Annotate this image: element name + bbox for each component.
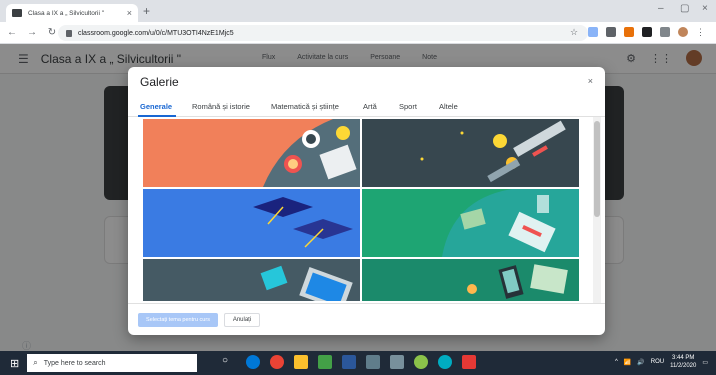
search-placeholder: Type here to search	[43, 359, 106, 367]
system-tray: ^ 📶 🔊 ROU 3:44 PM 11/2/2020 ▭	[615, 354, 708, 370]
browser-tab[interactable]: Clasa a IX a „ Silvicultorii " ×	[6, 4, 138, 22]
minimize-icon[interactable]: –	[658, 3, 664, 14]
lock-icon	[66, 29, 72, 37]
app-icon[interactable]	[366, 355, 380, 369]
extension-icons: ☆ ⋮	[570, 27, 706, 37]
dialog-title: Galerie	[140, 75, 179, 89]
classroom-favicon-icon	[12, 9, 22, 17]
theme-tile-laptop[interactable]	[143, 259, 360, 301]
acrobat-icon[interactable]	[462, 355, 476, 369]
theme-tile-graduation[interactable]	[143, 189, 360, 257]
back-icon[interactable]: ←	[4, 27, 20, 38]
task-view-icon[interactable]: ○	[222, 355, 236, 369]
tab-sport[interactable]: Sport	[399, 102, 417, 111]
extension-icon[interactable]	[588, 27, 598, 37]
phone-illustration-icon	[467, 264, 568, 299]
address-bar: ← → ↻ classroom.google.com/u/0/c/MTU3OTI…	[0, 22, 716, 44]
forward-icon[interactable]: →	[24, 27, 40, 38]
laptop-illustration-icon	[260, 265, 353, 301]
app-icon[interactable]	[390, 355, 404, 369]
gallery-tabs: Generale Română și istorie Matematică și…	[128, 97, 605, 117]
word-icon[interactable]	[342, 355, 356, 369]
chrome-icon[interactable]	[270, 355, 284, 369]
chevron-up-icon[interactable]: ^	[615, 359, 618, 365]
clock-time: 3:44 PM	[672, 355, 695, 361]
tab-generale[interactable]: Generale	[140, 102, 172, 111]
theme-tile-diploma[interactable]	[362, 119, 579, 187]
diploma-illustration-icon	[420, 120, 566, 183]
close-window-icon[interactable]: ×	[702, 3, 708, 14]
theme-tile-phone[interactable]	[362, 259, 579, 301]
search-icon: ⌕	[33, 358, 38, 367]
app-icon[interactable]	[318, 355, 332, 369]
url-text: classroom.google.com/u/0/c/MTU3OTI4NzE1M…	[78, 29, 234, 37]
theme-tile-coffee[interactable]	[143, 119, 360, 187]
graduation-cap-icon	[253, 197, 353, 248]
reading-list-icon[interactable]	[660, 27, 670, 37]
windows-taskbar: ⊞ ⌕ Type here to search ○ ^ 📶 🔊 ROU 3:44…	[0, 351, 716, 375]
select-theme-button[interactable]: Selectați tema pentru curs	[138, 313, 218, 327]
menu-dots-icon[interactable]: ⋮	[696, 27, 706, 37]
tab-title: Clasa a IX a „ Silvicultorii "	[28, 9, 104, 17]
star-icon[interactable]: ☆	[570, 27, 580, 37]
maximize-icon[interactable]: ▢	[680, 3, 689, 14]
clock-date: 11/2/2020	[670, 363, 697, 369]
cancel-button[interactable]: Anulați	[224, 313, 260, 327]
close-tab-icon[interactable]: ×	[127, 8, 132, 18]
volume-icon[interactable]: 🔊	[637, 359, 644, 366]
tab-altele[interactable]: Altele	[439, 102, 458, 111]
extension-icon[interactable]	[606, 27, 616, 37]
gallery-scrollbar[interactable]	[593, 117, 601, 303]
taskbar-apps: ○	[222, 355, 476, 369]
windows-start-icon[interactable]: ⊞	[10, 357, 19, 370]
taskbar-search-input[interactable]: ⌕ Type here to search	[27, 354, 198, 372]
app-icon[interactable]	[414, 355, 428, 369]
tab-arta[interactable]: Artă	[363, 102, 377, 111]
clock[interactable]: 3:44 PM 11/2/2020	[670, 354, 696, 370]
theme-tile-notebook[interactable]	[362, 189, 579, 257]
network-icon[interactable]: 📶	[624, 359, 631, 366]
edge-icon[interactable]	[246, 355, 260, 369]
tab-matematica-stiinte[interactable]: Matematică și științe	[271, 102, 339, 111]
browser-tab-bar: Clasa a IX a „ Silvicultorii " × + – ▢ ×	[0, 0, 716, 22]
active-tab-indicator	[138, 115, 176, 117]
tab-romana-istorie[interactable]: Română și istorie	[192, 102, 250, 111]
notebook-illustration-icon	[442, 189, 579, 257]
close-icon[interactable]: ×	[588, 76, 593, 86]
profile-avatar[interactable]	[678, 27, 688, 37]
dialog-footer: Selectați tema pentru curs Anulați	[128, 303, 605, 335]
app-icon[interactable]	[438, 355, 452, 369]
file-explorer-icon[interactable]	[294, 355, 308, 369]
url-field[interactable]: classroom.google.com/u/0/c/MTU3OTI4NzE1M…	[58, 25, 588, 41]
language-indicator[interactable]: ROU	[651, 359, 664, 365]
gallery-dialog: Galerie × Generale Română și istorie Mat…	[128, 67, 605, 335]
extension-icon[interactable]	[642, 27, 652, 37]
notification-icon[interactable]: ▭	[702, 359, 708, 366]
theme-gallery	[143, 119, 580, 301]
extension-icon[interactable]	[624, 27, 634, 37]
coffee-illustration-icon	[263, 119, 360, 187]
scrollbar-thumb[interactable]	[594, 121, 600, 217]
new-tab-icon[interactable]: +	[143, 4, 150, 18]
